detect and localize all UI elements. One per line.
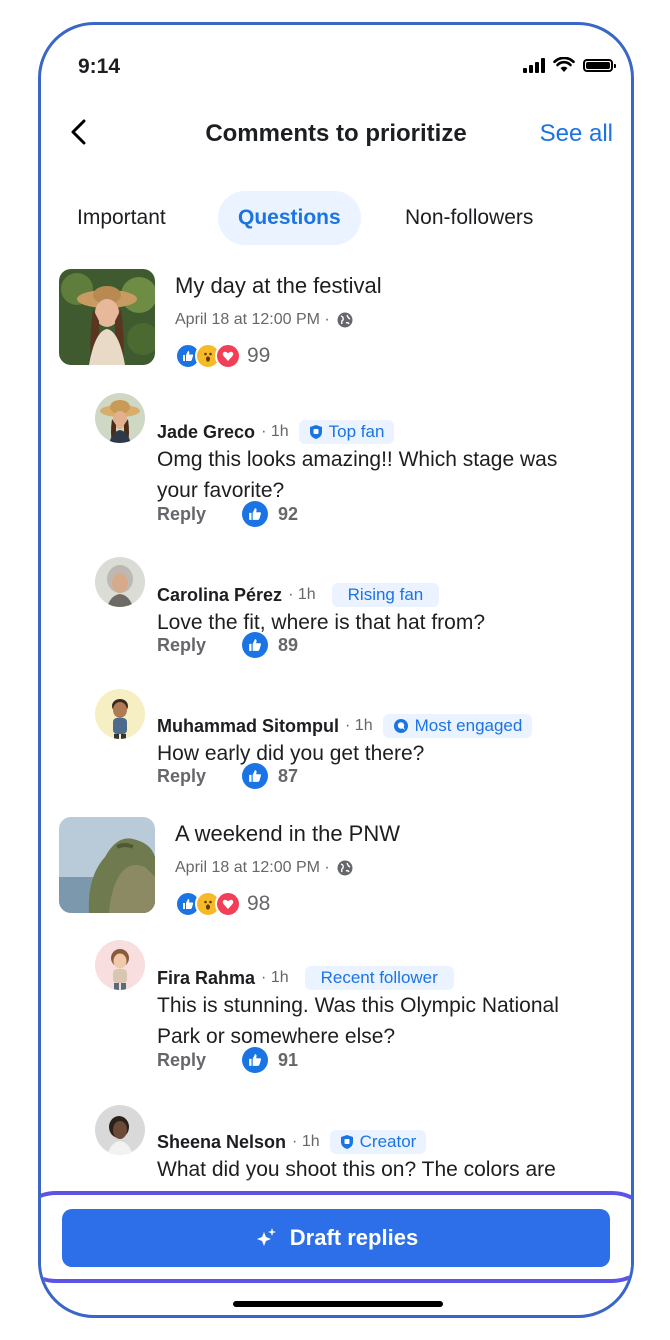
reply-button[interactable]: Reply (157, 766, 206, 787)
sparkle-icon (256, 1228, 276, 1246)
post-title[interactable]: My day at the festival (175, 273, 382, 299)
badge-label: Most engaged (414, 716, 523, 735)
commenter-name[interactable]: Fira Rahma (157, 968, 255, 989)
comment-time: · 1h (261, 423, 289, 440)
phone-frame: 9:14 Comments to prioritize See all Impo… (38, 22, 634, 1318)
battery-icon (583, 58, 616, 72)
comment-header: Carolina Pérez · 1h Rising fan (157, 583, 440, 607)
reaction-count: 98 (247, 892, 271, 915)
badge-label: Top fan (328, 422, 385, 441)
avatar[interactable] (95, 689, 145, 739)
comment-time: · 1h (288, 586, 316, 603)
badge-label: Creator (359, 1132, 417, 1151)
comment-actions: Reply 91 (157, 1047, 298, 1073)
see-all-link[interactable]: See all (540, 120, 613, 148)
post-date: April 18 at 12:00 PM · (175, 859, 330, 876)
draft-replies-label: Draft replies (289, 1225, 419, 1250)
avatar[interactable] (95, 393, 145, 443)
comment-actions: Reply 92 (157, 501, 298, 527)
comment-time: · 1h (261, 969, 289, 986)
wifi-icon (553, 57, 575, 72)
badge-label: Rising fan (347, 585, 424, 604)
status-badge: Rising fan (331, 583, 440, 607)
comment-actions: Reply 89 (157, 632, 298, 658)
status-badge: Top fan (298, 420, 395, 444)
tab-non-followers[interactable]: Non-followers (385, 191, 553, 245)
status-badge: Creator (329, 1130, 427, 1154)
tab-important[interactable]: Important (57, 191, 186, 245)
reaction-count: 99 (247, 344, 271, 367)
post-reactions[interactable]: 98 (175, 891, 270, 917)
love-reaction-icon (215, 343, 241, 369)
comment-header: Fira Rahma · 1h Recent follower (157, 966, 454, 990)
status-icons (523, 57, 616, 73)
reply-button[interactable]: Reply (157, 1050, 206, 1071)
comment-time: · 1h (292, 1133, 320, 1150)
cellular-signal-icon (523, 57, 545, 73)
status-badge: Recent follower (304, 966, 454, 990)
like-button[interactable]: 92 (242, 501, 298, 527)
comment-text: Omg this looks amazing!! Which stage was… (157, 448, 558, 502)
post-thumbnail[interactable] (59, 269, 155, 365)
thumbs-up-icon (242, 1047, 269, 1073)
thumbs-up-icon (242, 632, 269, 658)
post-thumbnail[interactable] (59, 817, 155, 913)
comment-time: · 1h (345, 717, 373, 734)
reply-button[interactable]: Reply (157, 635, 206, 656)
comment-text: This is stunning. Was this Olympic Natio… (157, 994, 559, 1048)
globe-icon (337, 860, 353, 876)
badge-label: Recent follower (320, 968, 438, 987)
post-date: April 18 at 12:00 PM · (175, 311, 330, 328)
like-button[interactable]: 89 (242, 632, 298, 658)
shield-icon (309, 425, 322, 439)
like-count: 87 (278, 765, 299, 786)
comment-actions: Reply 87 (157, 763, 298, 789)
commenter-name[interactable]: Sheena Nelson (157, 1132, 286, 1153)
reply-button[interactable]: Reply (157, 504, 206, 525)
like-button[interactable]: 87 (242, 763, 298, 789)
post-title[interactable]: A weekend in the PNW (175, 821, 400, 847)
thumbs-up-icon (242, 501, 269, 527)
chat-icon (393, 719, 408, 733)
post-reactions[interactable]: 99 (175, 343, 270, 369)
home-indicator[interactable] (233, 1301, 443, 1307)
thumbs-up-icon (242, 763, 269, 789)
comment-header: Muhammad Sitompul · 1h Most engaged (157, 714, 533, 738)
like-count: 89 (278, 634, 299, 655)
avatar[interactable] (95, 557, 145, 607)
avatar[interactable] (95, 940, 145, 990)
status-time: 9:14 (78, 55, 121, 78)
commenter-name[interactable]: Carolina Pérez (157, 585, 282, 606)
like-button[interactable]: 91 (242, 1047, 298, 1073)
draft-replies-button[interactable]: Draft replies (62, 1209, 610, 1267)
tab-questions[interactable]: Questions (218, 191, 361, 245)
commenter-name[interactable]: Jade Greco (157, 422, 255, 443)
like-count: 91 (278, 1049, 299, 1070)
shield-icon (340, 1135, 353, 1149)
globe-icon (337, 312, 353, 328)
comment-header: Jade Greco · 1h Top fan (157, 420, 395, 444)
like-count: 92 (278, 503, 299, 524)
comment-header: Sheena Nelson · 1h Creator (157, 1130, 427, 1154)
avatar[interactable] (95, 1105, 145, 1155)
post-meta: April 18 at 12:00 PM · (175, 859, 354, 877)
love-reaction-icon (215, 891, 241, 917)
post-meta: April 18 at 12:00 PM · (175, 311, 354, 329)
commenter-name[interactable]: Muhammad Sitompul (157, 716, 339, 737)
status-badge: Most engaged (382, 714, 533, 738)
